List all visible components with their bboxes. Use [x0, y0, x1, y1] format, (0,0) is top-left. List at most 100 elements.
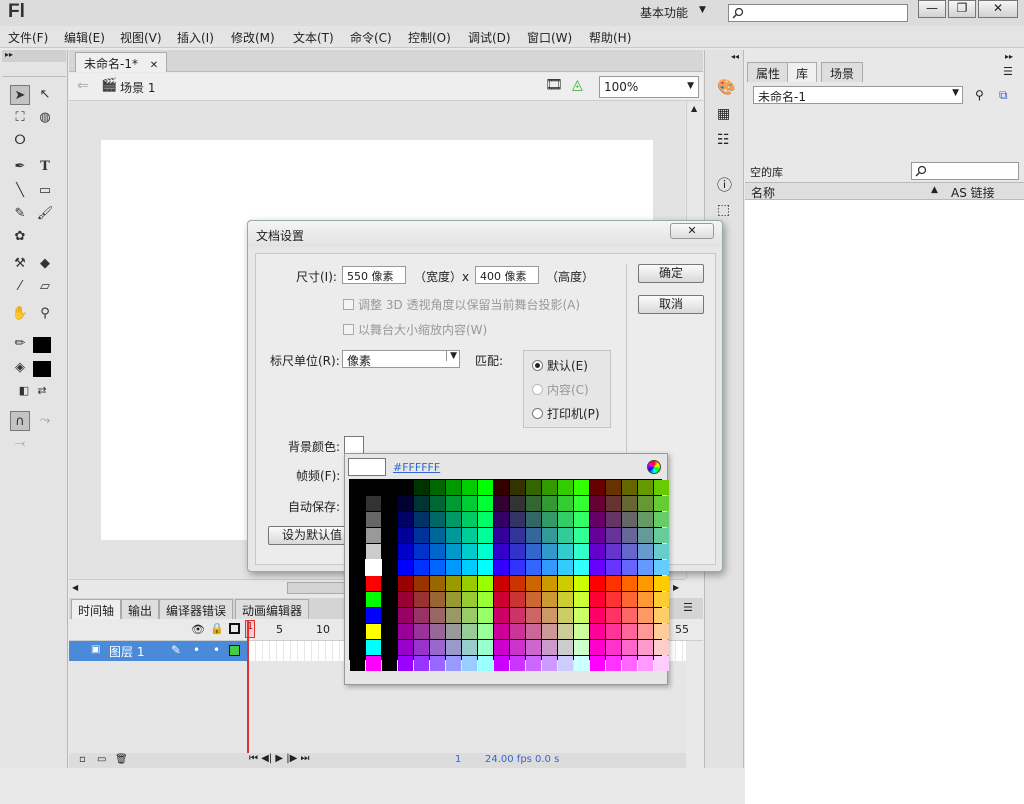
color-swatch[interactable]	[638, 560, 653, 575]
color-swatch[interactable]	[494, 560, 509, 575]
height-input[interactable]: 400 像素	[475, 266, 539, 284]
color-swatch[interactable]	[350, 576, 365, 591]
color-swatch[interactable]	[574, 528, 589, 543]
color-swatch[interactable]	[510, 480, 525, 495]
color-swatch[interactable]	[590, 624, 605, 639]
library-search-input[interactable]	[911, 162, 1019, 180]
match-printer-radio[interactable]: 打印机(P)	[532, 405, 600, 422]
panel-menu-icon[interactable]: ☰	[683, 601, 693, 614]
color-swatch[interactable]	[622, 624, 637, 639]
color-swatch[interactable]	[462, 560, 477, 575]
layer-outline-color[interactable]	[229, 645, 240, 656]
color-swatch[interactable]	[526, 496, 541, 511]
layer-row[interactable]: ▣ 图层 1 ✎ • •	[69, 641, 249, 661]
color-swatch[interactable]	[590, 592, 605, 607]
line-tool-icon[interactable]: ╲	[10, 181, 30, 201]
new-layer-icon[interactable]: ▫	[79, 754, 86, 765]
edit-scene-icon[interactable]: 🎞	[545, 77, 563, 93]
color-swatch[interactable]	[382, 592, 397, 607]
menu-modify[interactable]: 修改(M)	[231, 29, 275, 46]
color-swatch[interactable]	[494, 544, 509, 559]
color-swatch[interactable]	[350, 480, 365, 495]
color-swatch[interactable]	[606, 624, 621, 639]
color-swatch[interactable]	[366, 656, 381, 671]
color-swatch[interactable]	[542, 560, 557, 575]
width-input[interactable]: 550 像素	[342, 266, 406, 284]
color-swatch[interactable]	[622, 640, 637, 655]
color-swatch[interactable]	[446, 656, 461, 671]
collapse-icon[interactable]: ◂◂	[731, 52, 739, 61]
eyedropper-tool-icon[interactable]: ⁄	[10, 277, 30, 297]
color-swatch[interactable]	[526, 640, 541, 655]
color-swatch[interactable]	[606, 576, 621, 591]
close-tab-icon[interactable]: ✕	[150, 60, 158, 71]
color-swatch[interactable]	[350, 592, 365, 607]
color-swatch[interactable]	[526, 560, 541, 575]
color-swatch[interactable]	[382, 608, 397, 623]
color-swatch[interactable]	[622, 608, 637, 623]
color-swatch[interactable]	[510, 560, 525, 575]
color-swatch[interactable]	[590, 480, 605, 495]
color-swatch[interactable]	[414, 560, 429, 575]
color-swatch[interactable]	[590, 528, 605, 543]
color-swatch[interactable]	[430, 576, 445, 591]
pencil-tool-icon[interactable]: ✎	[10, 204, 30, 224]
color-swatch[interactable]	[638, 576, 653, 591]
color-swatch[interactable]	[462, 608, 477, 623]
color-swatch[interactable]	[622, 480, 637, 495]
library-document-select[interactable]: 未命名-1 ▼	[753, 86, 963, 104]
color-swatch[interactable]	[350, 528, 365, 543]
color-swatch[interactable]	[574, 608, 589, 623]
dialog-close-button[interactable]: ✕	[670, 223, 714, 239]
color-swatch[interactable]	[638, 608, 653, 623]
visible-dot[interactable]: •	[193, 643, 200, 657]
lock-icon[interactable]: 🔒	[210, 622, 224, 635]
lasso-tool-icon[interactable]: ⵔ	[10, 131, 30, 151]
new-library-panel-icon[interactable]: ⧉	[999, 88, 1008, 103]
pen-tool-icon[interactable]: ✒	[10, 157, 30, 177]
eraser-tool-icon[interactable]: ▱	[35, 277, 55, 297]
3d-rotation-tool-icon[interactable]: ◍	[35, 108, 55, 128]
color-swatch[interactable]	[494, 624, 509, 639]
color-swatch[interactable]	[414, 576, 429, 591]
fill-color-icon[interactable]: ◈	[10, 358, 30, 378]
color-swatch[interactable]	[430, 592, 445, 607]
color-swatch[interactable]	[542, 656, 557, 671]
color-swatch[interactable]	[494, 576, 509, 591]
color-swatch[interactable]	[478, 480, 493, 495]
color-swatch[interactable]	[414, 528, 429, 543]
color-swatch[interactable]	[622, 544, 637, 559]
color-swatch[interactable]	[558, 576, 573, 591]
free-transform-tool-icon[interactable]: ⛶	[10, 108, 30, 128]
playhead[interactable]	[247, 620, 249, 754]
color-swatch[interactable]	[366, 624, 381, 639]
cancel-button[interactable]: 取消	[638, 295, 704, 314]
color-swatch[interactable]	[654, 528, 669, 543]
color-swatch[interactable]	[398, 608, 413, 623]
color-swatch[interactable]	[446, 560, 461, 575]
color-swatch[interactable]	[510, 656, 525, 671]
swatch-grid[interactable]	[349, 479, 669, 671]
expand-icon[interactable]: ▸▸	[1005, 52, 1013, 61]
color-swatch[interactable]	[654, 544, 669, 559]
paint-bucket-tool-icon[interactable]: ◆	[35, 254, 55, 274]
color-swatch[interactable]	[558, 496, 573, 511]
color-swatch[interactable]	[478, 656, 493, 671]
color-swatch[interactable]	[478, 544, 493, 559]
color-swatch[interactable]	[398, 656, 413, 671]
document-tab[interactable]: 未命名-1* ✕	[75, 52, 168, 72]
color-swatch[interactable]	[638, 528, 653, 543]
scrollbar-thumb[interactable]	[287, 582, 347, 594]
color-swatch[interactable]	[414, 496, 429, 511]
eye-icon[interactable]: 👁	[191, 623, 205, 636]
color-swatch[interactable]	[558, 608, 573, 623]
color-swatch[interactable]	[398, 624, 413, 639]
smooth-icon[interactable]: ⤳	[35, 411, 55, 431]
color-swatch[interactable]	[414, 512, 429, 527]
scroll-right-icon[interactable]: ▶	[673, 583, 679, 592]
color-swatch[interactable]	[574, 592, 589, 607]
color-swatch[interactable]	[542, 544, 557, 559]
color-swatch[interactable]	[478, 528, 493, 543]
color-swatch[interactable]	[654, 656, 669, 671]
color-swatch[interactable]	[414, 608, 429, 623]
